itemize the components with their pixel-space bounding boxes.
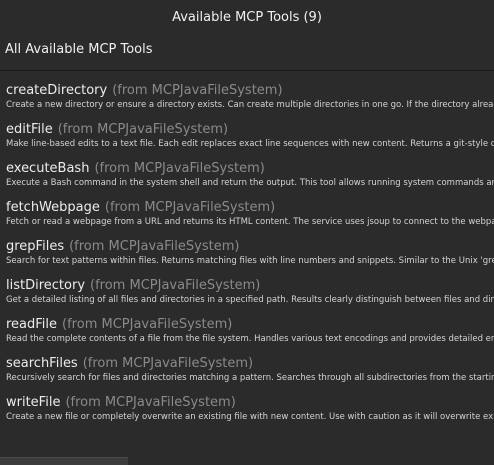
- tool-description: Get a detailed listing of all files and …: [6, 295, 494, 305]
- tool-name: createDirectory: [6, 83, 108, 98]
- tool-source: (from MCPJavaFileSystem): [90, 278, 261, 293]
- tool-source: (from MCPJavaFileSystem): [62, 317, 233, 332]
- list-item[interactable]: createDirectory (from MCPJavaFileSystem) …: [0, 79, 494, 118]
- list-item[interactable]: fetchWebpage (from MCPJavaFileSystem) Fet…: [0, 196, 494, 235]
- tool-source: (from MCPJavaFileSystem): [82, 356, 254, 371]
- tool-source: (from MCPJavaFileSystem): [112, 83, 283, 98]
- tool-name: grepFiles: [6, 239, 65, 254]
- list-item[interactable]: grepFiles (from MCPJavaFileSystem) Search…: [0, 235, 494, 274]
- mcp-tools-dialog: Available MCP Tools (9) All Available MC…: [0, 0, 494, 465]
- list-item[interactable]: editFile (from MCPJavaFileSystem) Make li…: [0, 118, 494, 157]
- tool-name: readFile: [6, 317, 58, 332]
- list-item[interactable]: listDirectory (from MCPJavaFileSystem) Ge…: [0, 274, 494, 313]
- tools-list[interactable]: createDirectory (from MCPJavaFileSystem) …: [0, 71, 494, 457]
- tool-description: Fetch or read a webpage from a URL and r…: [6, 217, 494, 227]
- tool-source: (from MCPJavaFileSystem): [69, 239, 240, 254]
- tool-description: Create a new file or completely overwrit…: [6, 412, 494, 422]
- tool-description: Read the complete contents of a file fro…: [6, 334, 494, 344]
- tool-description: Search for text patterns within files. R…: [6, 256, 494, 266]
- tool-source: (from MCPJavaFileSystem): [104, 200, 276, 215]
- list-item[interactable]: executeBash (from MCPJavaFileSystem) Exec…: [0, 157, 494, 196]
- tool-description: Make line-based edits to a text file. Ea…: [6, 139, 494, 149]
- tool-description: Recursively search for files and directo…: [6, 373, 494, 383]
- list-item[interactable]: searchFiles (from MCPJavaFileSystem) Recu…: [0, 352, 494, 391]
- tool-name: fetchWebpage: [6, 200, 100, 215]
- tool-source: (from MCPJavaFileSystem): [57, 122, 229, 137]
- tool-name: searchFiles: [6, 356, 78, 371]
- section-header: All Available MCP Tools: [5, 42, 153, 57]
- tool-name: editFile: [6, 122, 53, 137]
- tool-description: Execute a Bash command in the system she…: [6, 178, 494, 188]
- horizontal-scrollbar[interactable]: [0, 457, 128, 465]
- tool-name: listDirectory: [6, 278, 86, 293]
- tool-description: Create a new directory or ensure a direc…: [6, 100, 494, 110]
- list-item[interactable]: readFile (from MCPJavaFileSystem) Read th…: [0, 313, 494, 352]
- tool-name: writeFile: [6, 395, 61, 410]
- dialog-title: Available MCP Tools (9): [172, 10, 322, 25]
- list-item[interactable]: writeFile (from MCPJavaFileSystem) Create…: [0, 391, 494, 430]
- tool-source: (from MCPJavaFileSystem): [94, 161, 265, 176]
- tool-source: (from MCPJavaFileSystem): [65, 395, 236, 410]
- tool-name: executeBash: [6, 161, 90, 176]
